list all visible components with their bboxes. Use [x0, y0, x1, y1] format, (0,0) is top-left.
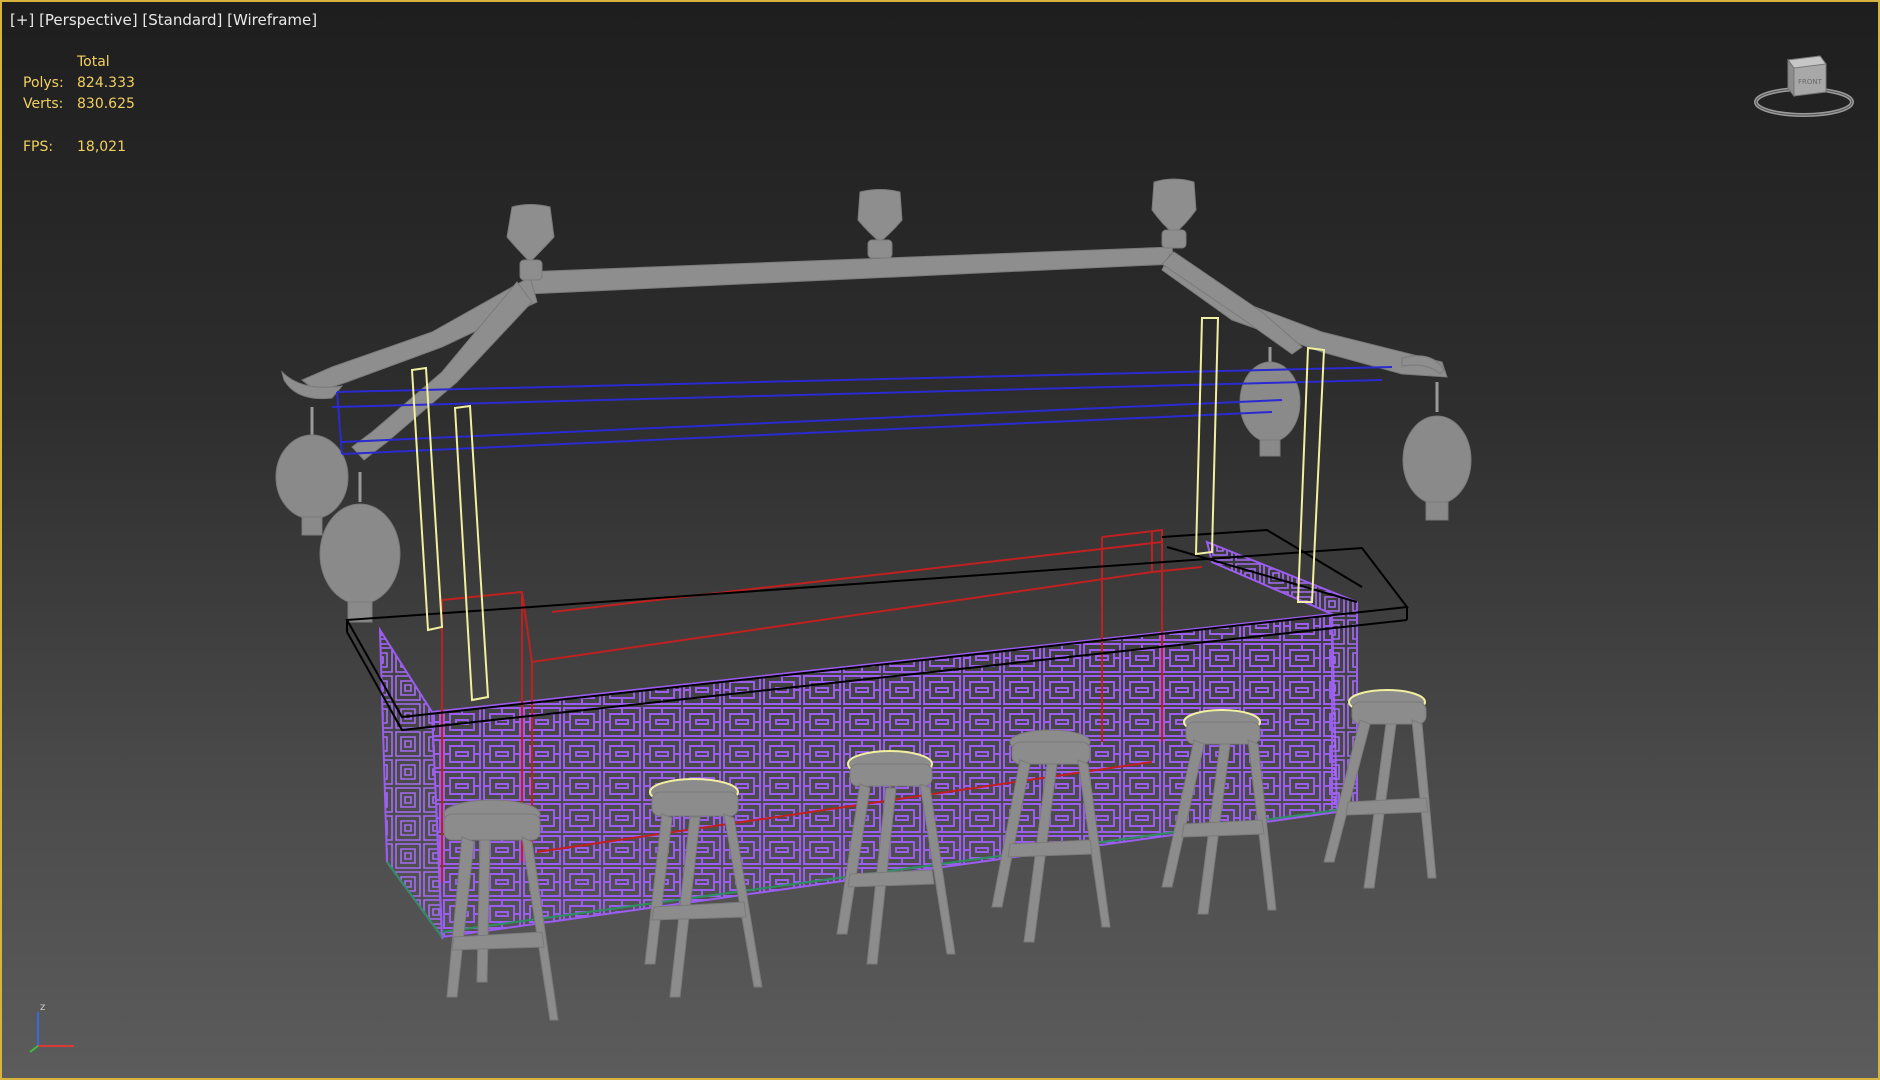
- scene-render[interactable]: [2, 2, 1880, 1080]
- viewcube[interactable]: FRONT: [1746, 50, 1856, 122]
- perspective-viewport[interactable]: [+] [Perspective] [Standard] [Wireframe]…: [0, 0, 1880, 1080]
- y-axis-line: [29, 1045, 39, 1053]
- z-axis-label: z: [40, 1002, 45, 1013]
- blue-wire-beams: [331, 366, 1393, 455]
- axis-tripod: z: [29, 1002, 74, 1053]
- viewcube-face-label: FRONT: [1798, 78, 1823, 86]
